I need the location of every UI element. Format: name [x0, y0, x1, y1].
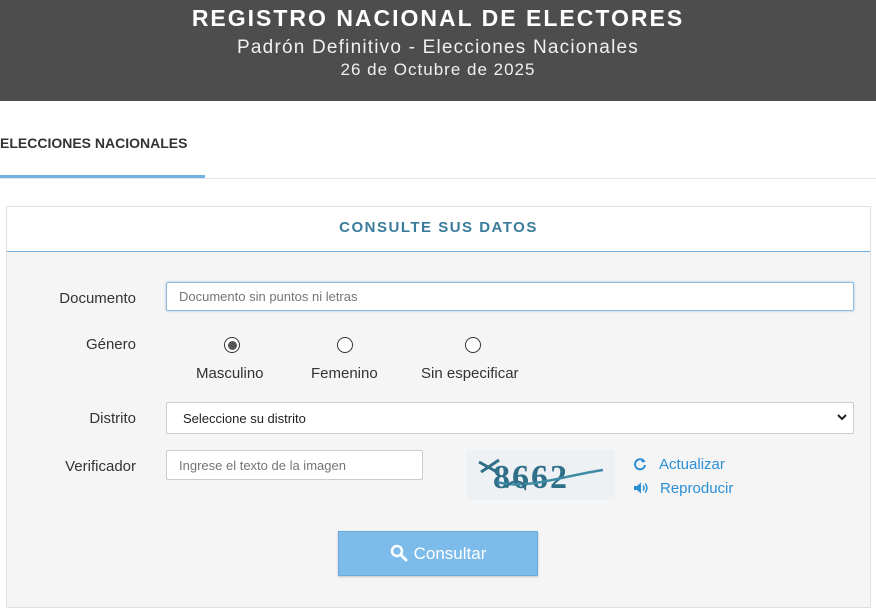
consulta-panel: CONSULTE SUS DATOS Documento Género Masc… — [6, 206, 871, 608]
verificador-input[interactable] — [166, 450, 423, 480]
genero-label: Género — [85, 336, 136, 353]
radio-selected-dot — [227, 340, 237, 350]
radio-masculino[interactable] — [224, 337, 240, 353]
captcha-text: 8662 — [493, 459, 569, 496]
active-tab-indicator — [0, 175, 205, 178]
audio-captcha-link[interactable]: Reproducir — [660, 480, 733, 497]
chevron-down-icon — [837, 414, 847, 421]
consultar-button-content: Consultar — [339, 544, 537, 564]
radio-femenino[interactable] — [337, 337, 353, 353]
radio-sin-especificar-label[interactable]: Sin especificar — [421, 365, 519, 382]
search-icon — [390, 544, 408, 562]
tab-elecciones-nacionales[interactable]: ELECCIONES NACIONALES — [0, 135, 187, 151]
verificador-label: Verificador — [65, 458, 136, 475]
radio-femenino-label[interactable]: Femenino — [311, 365, 378, 382]
distrito-selected-value: Seleccione su distrito — [183, 411, 306, 426]
captcha-graphic: 8662 — [467, 450, 615, 500]
page-subtitle: Padrón Definitivo - Elecciones Nacionale… — [237, 37, 639, 58]
documento-input[interactable] — [166, 282, 854, 311]
distrito-select[interactable]: Seleccione su distrito — [166, 402, 854, 434]
consultar-button[interactable]: Consultar — [338, 531, 538, 576]
captcha-image: 8662 — [467, 450, 615, 500]
radio-masculino-label[interactable]: Masculino — [196, 365, 264, 382]
panel-title: CONSULTE SUS DATOS — [339, 219, 538, 236]
page-title: REGISTRO NACIONAL DE ELECTORES — [191, 5, 685, 31]
documento-label: Documento — [59, 290, 136, 307]
tab-bar: ELECCIONES NACIONALES — [0, 101, 876, 179]
consultar-button-label: Consultar — [413, 544, 487, 563]
header-banner: REGISTRO NACIONAL DE ELECTORES Padrón De… — [0, 0, 876, 101]
volume-icon[interactable] — [633, 481, 649, 495]
election-date: 26 de Octubre de 2025 — [340, 60, 536, 79]
distrito-label: Distrito — [89, 410, 136, 427]
refresh-captcha-link[interactable]: Actualizar — [659, 456, 725, 473]
radio-sin-especificar[interactable] — [465, 337, 481, 353]
panel-header: CONSULTE SUS DATOS — [7, 207, 870, 252]
refresh-icon[interactable] — [633, 457, 647, 471]
